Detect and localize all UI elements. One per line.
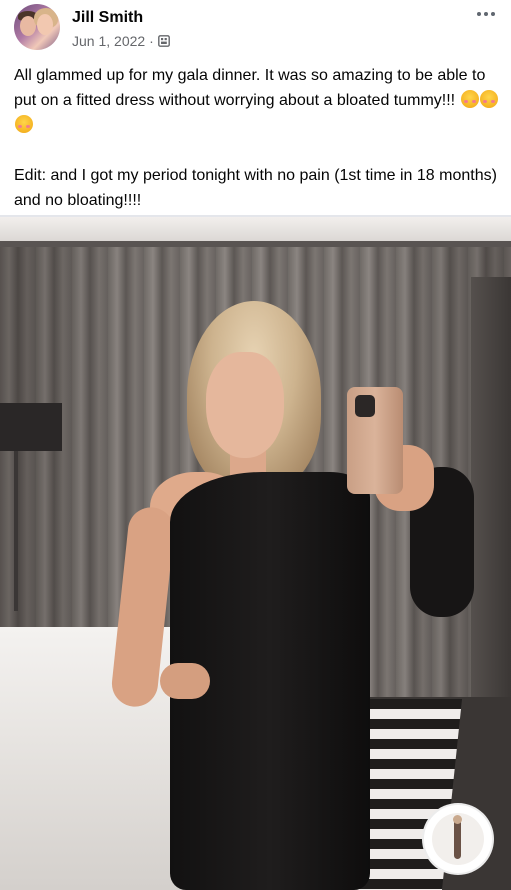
smiling-face-with-hearts-icon	[460, 90, 479, 108]
phone	[347, 387, 403, 494]
more-options-icon[interactable]	[473, 6, 499, 22]
post-header: Jill Smith Jun 1, 2022 ·	[0, 0, 511, 56]
person-face	[206, 352, 284, 458]
post-text: All glammed up for my gala dinner. It wa…	[14, 63, 502, 213]
watermark-logo	[424, 805, 492, 873]
post-text-paragraph-1: All glammed up for my gala dinner. It wa…	[14, 63, 502, 138]
smiling-face-with-hearts-icon	[15, 115, 33, 133]
post-photo[interactable]	[0, 217, 511, 890]
meta-separator: ·	[149, 33, 154, 49]
post-text-paragraph-2: Edit: and I got my period tonight with n…	[14, 167, 497, 209]
lamp	[0, 403, 62, 451]
post-meta: Jun 1, 2022 ·	[72, 33, 170, 49]
audience-icon	[157, 35, 170, 47]
avatar[interactable]	[14, 4, 60, 50]
smiling-face-with-hearts-icon	[479, 90, 498, 108]
author-name[interactable]: Jill Smith	[72, 9, 143, 27]
post-date[interactable]: Jun 1, 2022	[72, 33, 145, 49]
post-text-line-1: All glammed up for my gala dinner. It wa…	[14, 67, 486, 109]
